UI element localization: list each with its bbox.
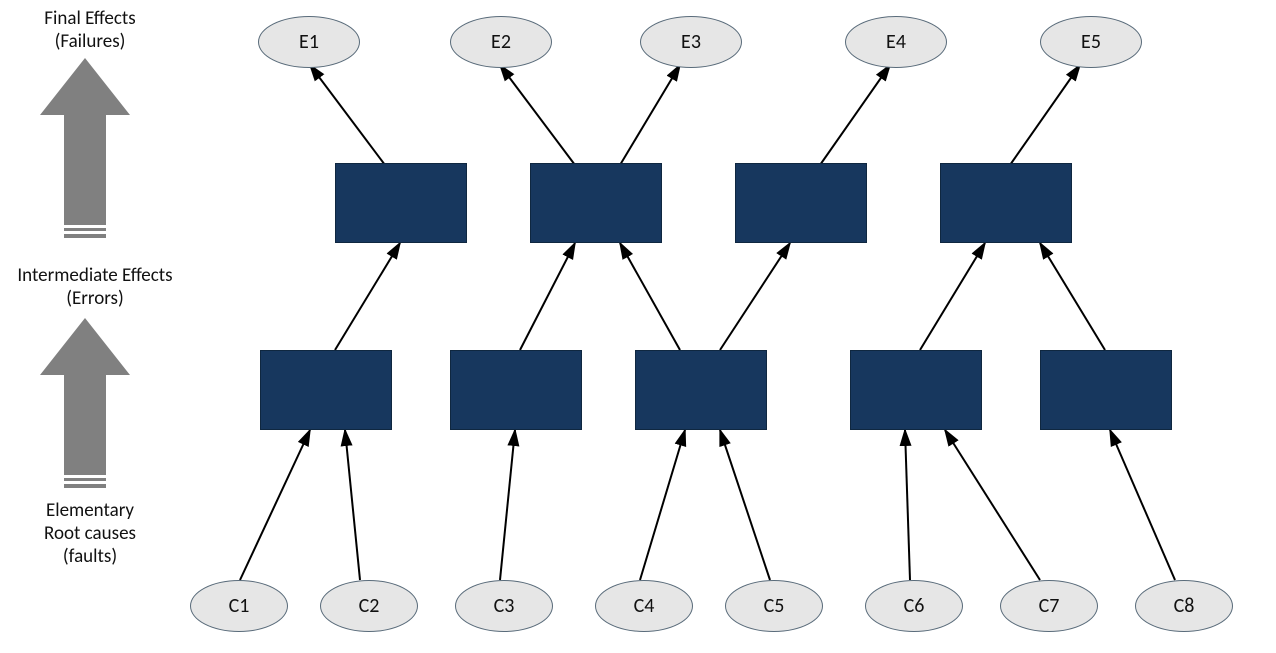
edge-L1-U1 <box>335 243 400 350</box>
edge-C4-L3 <box>640 430 685 580</box>
cause-node-C5: C5 <box>725 580 823 632</box>
text: E4 <box>886 30 906 54</box>
edge-U1-E1 <box>310 65 385 165</box>
edge-C6-L4 <box>905 430 910 580</box>
cause-node-C1: C1 <box>190 580 288 632</box>
up-arrow-bottom <box>40 318 130 488</box>
cause-node-C2: C2 <box>320 580 418 632</box>
text: C3 <box>494 594 515 618</box>
text: E2 <box>491 30 511 54</box>
edge-C1-L1 <box>240 430 310 580</box>
edge-C2-L1 <box>345 430 360 580</box>
edge-L2-U2 <box>520 243 575 350</box>
text: C8 <box>1174 594 1195 618</box>
cause-node-C6: C6 <box>865 580 963 632</box>
text: E5 <box>1081 30 1101 54</box>
edge-L5-U4 <box>1040 243 1105 350</box>
up-arrow-top <box>40 58 130 238</box>
lower-block-L5 <box>1040 350 1172 430</box>
text: C4 <box>634 594 655 618</box>
text: (Errors) <box>66 287 124 310</box>
text: Elementary <box>46 499 134 522</box>
effect-node-E5: E5 <box>1040 16 1142 68</box>
label-intermediate: Intermediate Effects (Errors) <box>0 265 190 311</box>
edge-C5-L3 <box>720 430 770 580</box>
text: C7 <box>1039 594 1060 618</box>
lower-block-L4 <box>850 350 982 430</box>
text: E3 <box>681 30 701 54</box>
effect-node-E2: E2 <box>450 16 552 68</box>
cause-node-C7: C7 <box>1000 580 1098 632</box>
upper-block-U4 <box>940 163 1072 243</box>
edge-L3-U2 <box>620 243 680 350</box>
effect-node-E3: E3 <box>640 16 742 68</box>
upper-block-U1 <box>335 163 467 243</box>
edge-C3-L2 <box>500 430 515 580</box>
text: (Failures) <box>55 30 126 53</box>
edge-C7-L4 <box>945 430 1040 580</box>
text: C6 <box>904 594 925 618</box>
cause-node-C8: C8 <box>1135 580 1233 632</box>
text: C5 <box>764 594 785 618</box>
lower-block-L2 <box>450 350 582 430</box>
text: Intermediate Effects <box>17 264 172 287</box>
edge-U2-E3 <box>620 65 680 165</box>
edge-U2-E2 <box>500 65 575 165</box>
text: C1 <box>229 594 250 618</box>
label-final-effects: Final Effects (Failures) <box>20 8 160 54</box>
cause-node-C4: C4 <box>595 580 693 632</box>
upper-block-U2 <box>530 163 662 243</box>
lower-block-L1 <box>260 350 392 430</box>
label-elementary: Elementary Root causes (faults) <box>20 500 160 568</box>
text: (faults) <box>63 545 117 568</box>
diagram-canvas: Final Effects (Failures) Intermediate Ef… <box>0 0 1276 653</box>
edge-L3-U3 <box>720 243 790 350</box>
text: E1 <box>299 30 319 54</box>
lower-block-L3 <box>635 350 767 430</box>
cause-node-C3: C3 <box>455 580 553 632</box>
edge-L4-U4 <box>920 243 985 350</box>
text: C2 <box>359 594 380 618</box>
edge-U4-E5 <box>1010 65 1080 165</box>
level-arrows-svg <box>0 0 1276 653</box>
text: Final Effects <box>44 7 135 30</box>
text: Root causes <box>44 522 136 545</box>
edge-C8-L5 <box>1110 430 1175 580</box>
connector-svg <box>0 0 1276 653</box>
edge-U3-E4 <box>820 65 890 165</box>
effect-node-E4: E4 <box>845 16 947 68</box>
upper-block-U3 <box>735 163 867 243</box>
effect-node-E1: E1 <box>258 16 360 68</box>
